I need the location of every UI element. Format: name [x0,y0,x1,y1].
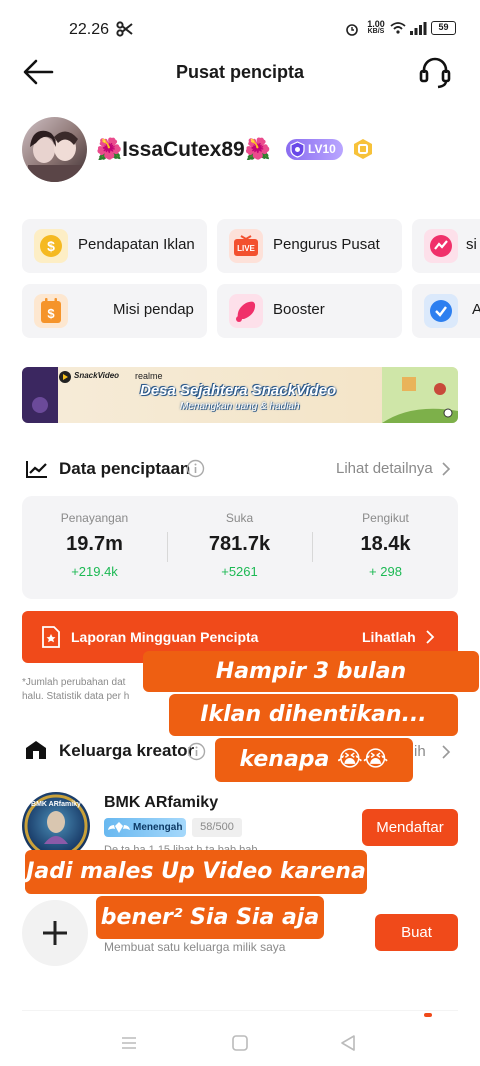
member-count: 58/500 [192,818,242,837]
net-speed-value: 1.00 [367,19,385,29]
family-house-icon [25,740,47,765]
level-text: LV10 [308,142,336,156]
stat-followers[interactable]: Pengikut 18.4k + 298 [313,496,458,579]
stat-views[interactable]: Penayangan 19.7m +219.4k [22,496,167,579]
coin-icon: $ [34,229,68,263]
stat-likes[interactable]: Suka 781.7k +5261 [167,496,312,579]
stat-delta: +219.4k [71,564,118,579]
grid-label: Pendapatan Iklan [78,236,195,253]
create-family-avatar[interactable] [22,900,88,966]
trending-icon [424,229,458,263]
info-icon[interactable] [187,742,206,766]
page-title: Pusat pencipta [175,62,305,82]
family-link-fragment[interactable]: ih [414,743,426,760]
create-family-button[interactable]: Buat [375,914,458,951]
data-section-title: Data penciptaan [59,459,191,478]
alarm-icon [345,22,359,40]
stat-value: 19.7m [66,533,123,555]
stat-label: Pengikut [362,511,409,525]
weekly-report-action[interactable]: Lihatlah [362,629,416,645]
scissors-icon [116,20,134,42]
grid-label: A [472,301,480,318]
plus-icon [41,919,69,952]
booster-icon [229,294,263,328]
stats-panel: Penayangan 19.7m +219.4k Suka 781.7k +52… [22,496,458,599]
svg-text:$: $ [47,238,55,254]
report-doc-icon [42,626,60,653]
shield-icon [289,141,306,165]
svg-text:LIVE: LIVE [237,244,255,253]
svg-text:BMK ARfamiky: BMK ARfamiky [31,801,81,808]
grid-label: si [466,236,477,253]
stat-label: Penayangan [60,511,129,525]
coin-badge-icon [352,138,374,165]
wing-icon [108,820,130,842]
grid-item-booster[interactable]: Booster [217,284,402,338]
chevron-right-icon [425,630,435,649]
grid-item-a[interactable]: A [412,284,480,338]
info-icon[interactable] [186,459,205,483]
promo-subtitle: Menangkan uang & hadiah [180,401,300,412]
level-badge: LV10 [286,139,343,160]
avatar[interactable] [22,117,87,182]
promo-banner[interactable]: SnackVideo realme Desa Sejahtera SnackVi… [22,367,458,423]
rank-badge: Menengah [104,818,186,837]
caption-2-line-2: bener² Sia Sia aja .... [96,896,324,973]
promo-brand-2: realme [135,371,163,381]
net-speed-unit: KB/S [367,28,385,35]
grid-item-misi-pendapatan[interactable]: $ Misi pendap [22,284,207,338]
stat-value: 18.4k [360,533,411,555]
battery-indicator: 59 [431,21,456,35]
status-time: 22.26 [69,21,110,38]
footnote-line-2: halu. Statistik data per h [22,691,130,702]
chevron-right-icon[interactable] [441,745,451,764]
snackvideo-logo-icon [58,370,72,389]
customer-service-icon[interactable] [418,55,452,96]
next-section-partial [22,1010,458,1024]
promo-title: Desa Sejahtera SnackVideo [140,382,337,399]
chart-trend-icon [26,460,48,483]
home-square-icon[interactable] [232,1035,248,1056]
join-family-button[interactable]: Mendaftar [362,809,458,846]
family-name: BMK ARfamiky [104,794,219,811]
caption-1-line-3: kenapa 😭😭 [215,738,413,782]
system-nav-bar [0,1024,480,1066]
wifi-icon [390,21,406,39]
weekly-report-label: Laporan Mingguan Pencipta [71,629,259,645]
grid-item-pengurus-pusat[interactable]: LIVE Pengurus Pusat [217,219,402,273]
stat-delta: +5261 [221,564,258,579]
grid-label: Pengurus Pusat [273,236,380,253]
caption-1-line-2: Iklan dihentikan... entah [169,694,458,769]
grid-item-pendapatan-iklan[interactable]: $ Pendapatan Iklan [22,219,207,273]
grid-label: Booster [273,301,325,318]
back-triangle-icon[interactable] [340,1035,356,1056]
stat-label: Suka [225,511,254,525]
calendar-coin-icon: $ [34,294,68,328]
promo-brand-1: SnackVideo [74,371,120,380]
footnote-line-1: *Jumlah perubahan dat [22,677,126,688]
data-detail-link[interactable]: Lihat detailnya [336,460,433,477]
svg-text:$: $ [47,306,55,321]
family-section-title: Keluarga kreator [59,741,195,760]
notification-dot [424,1013,432,1017]
rank-text: Menengah [133,822,183,833]
signal-icon [409,21,427,39]
caption-1-line-1: Hampir 3 bulan pendapatan [143,651,479,725]
check-badge-icon [424,294,458,328]
stat-value: 781.7k [208,533,271,555]
grid-item-trending[interactable]: si [412,219,480,273]
live-icon: LIVE [229,229,263,263]
chevron-right-icon[interactable] [441,462,451,481]
stat-delta: + 298 [369,564,402,579]
grid-label: Misi pendap [113,301,194,318]
menu-icon[interactable] [121,1036,137,1055]
caption-2-line-1: Jadi males Up Video karena [25,850,367,894]
username: 🌺IssaCutex89🌺 [96,138,271,161]
status-bar: 22.26 1.00 KB/S 59 [0,0,480,58]
